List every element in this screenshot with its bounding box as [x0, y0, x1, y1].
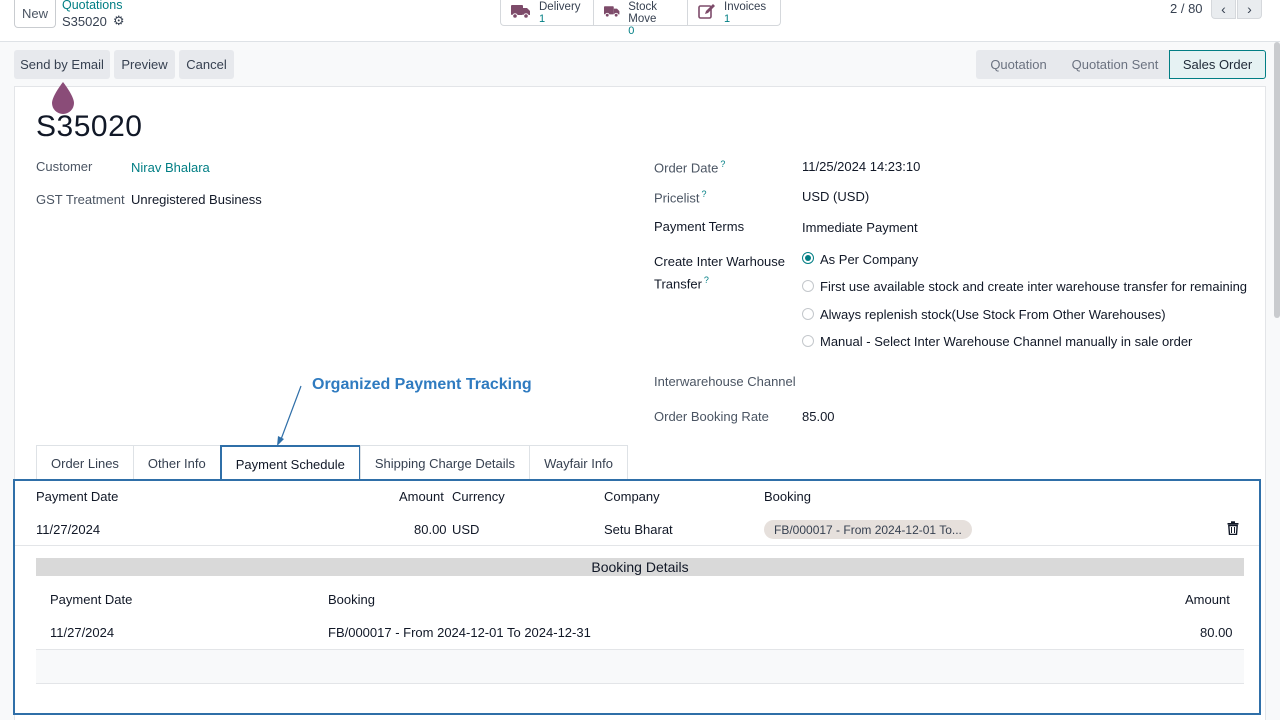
tab-other-info[interactable]: Other Info: [132, 445, 221, 480]
truck-icon: [604, 6, 620, 18]
cell-payment-date[interactable]: 11/27/2024: [36, 522, 100, 537]
booking-tag[interactable]: FB/000017 - From 2024-12-01 To...: [764, 520, 972, 539]
bd-col-booking: Booking: [328, 592, 375, 607]
bd-col-payment-date: Payment Date: [50, 592, 133, 607]
breadcrumb-current: S35020 ⚙: [62, 13, 124, 29]
radio-label-always-replenish[interactable]: Always replenish stock(Use Stock From Ot…: [820, 307, 1166, 322]
status-bar: Quotation Quotation Sent Sales Order: [976, 50, 1266, 79]
iwt-label-line-1: Create Inter Warhouse: [654, 254, 786, 269]
gst-treatment-label: GST Treatment: [36, 192, 125, 207]
control-panel: New Quotations S35020 ⚙ Delivery 1 Stock …: [0, 0, 1280, 42]
tab-payment-schedule[interactable]: Payment Schedule: [219, 445, 361, 481]
pricelist-label: Pricelist?: [654, 189, 707, 205]
interwarehouse-channel-label: Interwarehouse Channel: [654, 374, 796, 389]
stock-move-smart-button[interactable]: Stock Move 0: [594, 0, 688, 37]
bd-cell-amount: 80.00: [1200, 625, 1233, 640]
inter-warehouse-transfer-label: Create Inter Warhouse Transfer?: [654, 252, 785, 293]
customer-label: Customer: [36, 159, 93, 174]
order-booking-rate-value[interactable]: 85.00: [802, 409, 835, 424]
bd-cell-payment-date: 11/27/2024: [50, 625, 115, 640]
pricelist-value[interactable]: USD (USD): [802, 189, 869, 204]
send-by-email-button[interactable]: Send by Email: [14, 50, 110, 79]
stock-move-label: Stock Move: [628, 1, 657, 25]
help-icon[interactable]: ?: [720, 159, 725, 169]
delivery-smart-button[interactable]: Delivery 1: [501, 0, 594, 25]
col-amount[interactable]: Amount: [399, 489, 444, 504]
radio-first-use-available[interactable]: [802, 280, 814, 292]
radio-label-first-use-available[interactable]: First use available stock and create int…: [820, 279, 1247, 294]
pager-next-button[interactable]: ›: [1237, 0, 1262, 19]
bd-row-divider: [36, 683, 1244, 684]
help-icon[interactable]: ?: [704, 275, 709, 285]
tab-wayfair-info[interactable]: Wayfair Info: [529, 445, 628, 480]
order-date-label: Order Date?: [654, 159, 725, 175]
col-company[interactable]: Company: [604, 489, 660, 504]
cell-amount[interactable]: 80.00: [414, 522, 447, 537]
tab-order-lines[interactable]: Order Lines: [36, 445, 134, 480]
cell-currency[interactable]: USD: [452, 522, 479, 537]
iwt-label-line-2: Transfer: [654, 276, 702, 292]
invoices-smart-button[interactable]: Invoices 1: [688, 0, 780, 25]
invoices-count: 1: [724, 13, 731, 25]
col-payment-date[interactable]: Payment Date: [36, 489, 118, 504]
chevron-left-icon: ‹: [1221, 1, 1226, 17]
payment-terms-label: Payment Terms: [654, 219, 745, 234]
breadcrumb-current-label: S35020: [62, 13, 107, 29]
order-name: S35020: [36, 110, 143, 143]
pager-previous-button[interactable]: ‹: [1211, 0, 1236, 19]
chevron-right-icon: ›: [1247, 1, 1252, 17]
form-sheet: [14, 86, 1266, 720]
radio-label-manual-channel[interactable]: Manual - Select Inter Warehouse Channel …: [820, 334, 1192, 349]
invoices-label: Invoices: [724, 1, 767, 13]
new-button[interactable]: New: [14, 0, 56, 28]
col-booking[interactable]: Booking: [764, 489, 811, 504]
breadcrumb-quotations[interactable]: Quotations: [62, 0, 122, 12]
annotation-text: Organized Payment Tracking: [312, 376, 532, 393]
radio-manual-channel[interactable]: [802, 335, 814, 347]
bd-cell-booking: FB/000017 - From 2024-12-01 To 2024-12-3…: [328, 625, 591, 640]
order-date-label-text: Order Date: [654, 160, 719, 176]
customer-value[interactable]: Nirav Bhalara: [131, 160, 210, 175]
bd-col-amount: Amount: [1185, 592, 1230, 607]
cancel-button[interactable]: Cancel: [179, 50, 234, 79]
annotation-arrow-icon: [277, 385, 302, 446]
bd-empty-row: [36, 650, 1244, 683]
pencil-square-icon: [698, 4, 715, 19]
cell-company[interactable]: Setu Bharat: [604, 522, 673, 537]
row-divider: [15, 545, 1259, 546]
gear-icon[interactable]: ⚙: [113, 13, 125, 29]
stock-move-count: 0: [628, 25, 635, 37]
booking-details-title: Booking Details: [36, 558, 1244, 576]
tab-shipping-charge-details[interactable]: Shipping Charge Details: [359, 445, 531, 480]
gst-treatment-value[interactable]: Unregistered Business: [131, 192, 262, 207]
status-sales-order[interactable]: Sales Order: [1169, 50, 1266, 79]
pager-value[interactable]: 2 / 80: [1170, 1, 1203, 16]
radio-label-as-per-company[interactable]: As Per Company: [820, 252, 918, 267]
trash-icon[interactable]: [1227, 521, 1239, 535]
vertical-scrollbar[interactable]: [1274, 42, 1280, 318]
preview-button[interactable]: Preview: [114, 50, 175, 79]
help-icon[interactable]: ?: [702, 189, 707, 199]
truck-icon: [511, 5, 530, 19]
delivery-label: Delivery: [539, 1, 581, 13]
order-date-value[interactable]: 11/25/2024 14:23:10: [802, 159, 920, 174]
smart-buttons: Delivery 1 Stock Move 0 Invoices 1: [500, 0, 781, 37]
status-quotation[interactable]: Quotation: [976, 50, 1061, 79]
notebook-tabs: Order Lines Other Info Payment Schedule …: [36, 445, 628, 481]
pricelist-label-text: Pricelist: [654, 190, 700, 206]
radio-always-replenish[interactable]: [802, 308, 814, 320]
status-quotation-sent[interactable]: Quotation Sent: [1061, 50, 1169, 79]
delivery-count: 1: [539, 13, 546, 25]
order-booking-rate-label: Order Booking Rate: [654, 409, 769, 424]
payment-terms-value[interactable]: Immediate Payment: [802, 220, 918, 235]
col-currency[interactable]: Currency: [452, 489, 505, 504]
radio-as-per-company[interactable]: [802, 252, 814, 264]
